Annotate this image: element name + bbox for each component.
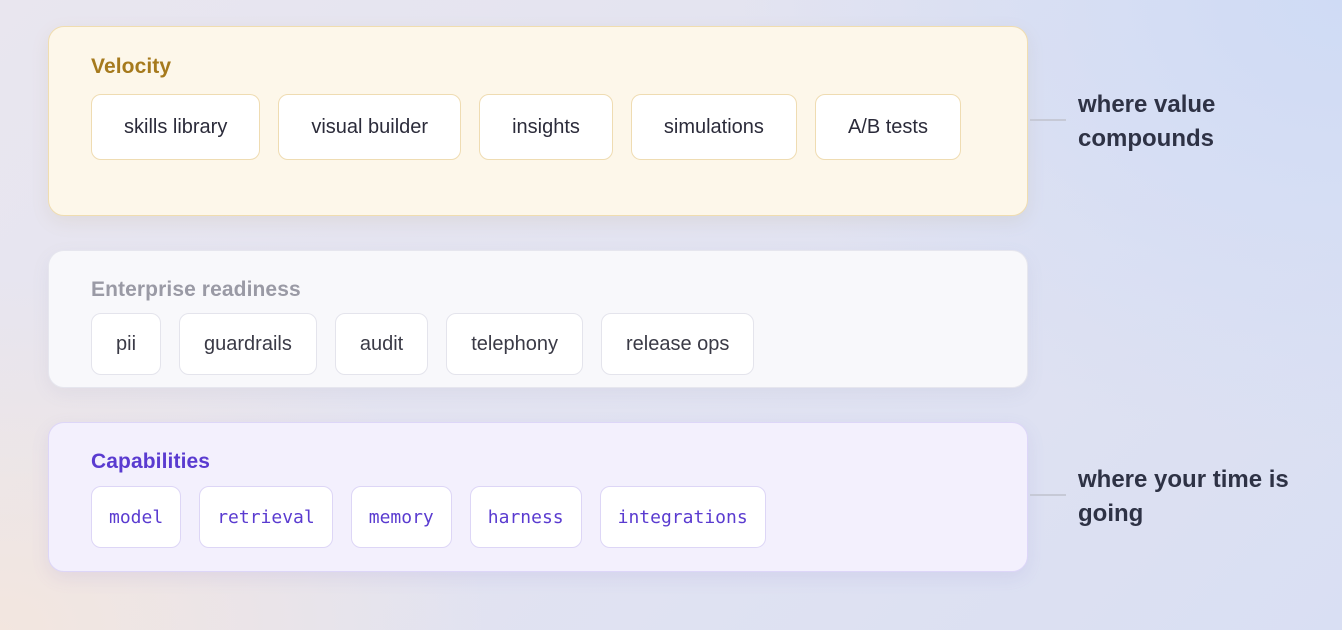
velocity-chip-row: skills library visual builder insights s… [91,94,1027,160]
velocity-panel: Velocity skills library visual builder i… [48,26,1028,216]
enterprise-readiness-panel: Enterprise readiness pii guardrails audi… [48,250,1028,388]
chip-insights: insights [479,94,613,160]
top-connector-line [1030,119,1066,121]
chip-retrieval: retrieval [199,486,333,548]
capabilities-chip-row: model retrieval memory harness integrati… [91,486,1027,548]
enterprise-readiness-title: Enterprise readiness [91,278,301,301]
capabilities-title: Capabilities [91,450,211,473]
chip-audit: audit [334,313,429,375]
chip-guardrails: guardrails [179,313,317,375]
capabilities-panel: Capabilities model retrieval memory harn… [48,422,1028,572]
enterprise-chip-row: pii guardrails audit telephony release o… [91,313,1027,375]
chip-simulations: simulations [630,94,797,160]
chip-ab-tests: A/B tests [814,94,961,160]
chip-skills-library: skills library [91,94,261,160]
chip-release-ops: release ops [600,313,755,375]
chip-model: model [91,486,182,548]
chip-visual-builder: visual builder [278,94,462,160]
annotation-time-going: where your time is going [1078,466,1289,527]
chip-pii: pii [91,313,162,375]
chip-memory: memory [350,486,452,548]
chip-integrations: integrations [599,486,766,548]
bottom-connector-line [1030,494,1066,496]
velocity-title: Velocity [91,55,172,78]
chip-harness: harness [469,486,582,548]
chip-telephony: telephony [446,313,583,375]
annotation-value-compounds: where value compounds [1078,91,1216,152]
